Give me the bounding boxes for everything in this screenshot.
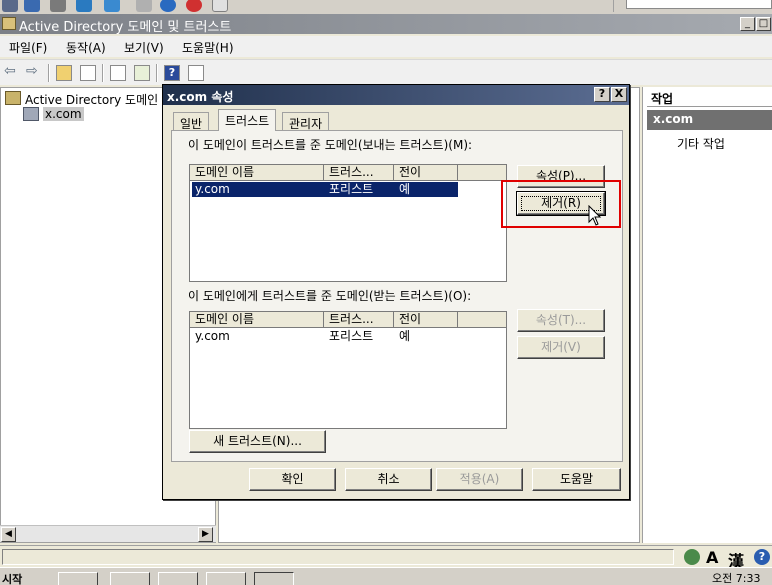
taskbar-app-explorer[interactable] xyxy=(110,572,150,585)
highlight-annotation xyxy=(501,180,621,228)
server-manager-icon[interactable] xyxy=(2,0,18,12)
properties-dialog: x.com 속성 ? X 일반 트러스트 관리자 이 도메인이 트러스트를 준 … xyxy=(162,84,630,500)
row-transitive: 예 xyxy=(399,182,411,196)
info-icon[interactable] xyxy=(160,0,176,12)
menu-view[interactable]: 보기(V) xyxy=(124,39,164,56)
column-transitive[interactable]: 전이 xyxy=(394,165,458,181)
tab-general[interactable]: 일반 xyxy=(173,112,210,131)
incoming-trusts-list[interactable]: 도메인 이름 트러스... 전이 y.com 포리스트 예 xyxy=(189,311,507,429)
table-row[interactable]: y.com 포리스트 예 xyxy=(192,329,458,344)
tab-trusts[interactable]: 트러스트 xyxy=(218,109,277,131)
taskbar-app-folder[interactable] xyxy=(158,572,198,585)
row-trust-type: 포리스트 xyxy=(329,329,374,343)
start-button[interactable]: 시작 xyxy=(0,571,22,585)
menu-help[interactable]: 도움말(H) xyxy=(182,39,234,56)
apply-button[interactable]: 적용(A) xyxy=(436,468,523,491)
toolbar-separator xyxy=(48,64,50,82)
tab-managed-by[interactable]: 관리자 xyxy=(282,112,330,131)
incoming-trusts-label: 이 도메인에게 트러스트를 준 도메인(받는 트러스트)(O): xyxy=(188,289,472,303)
app-icon xyxy=(2,17,16,30)
toolbar: ⇦ ⇨ ? xyxy=(0,59,772,85)
outgoing-trusts-label: 이 도메인이 트러스트를 준 도메인(보내는 트러스트)(M): xyxy=(188,138,473,152)
status-bar: A 漢 ? xyxy=(0,545,772,571)
column-domain-name[interactable]: 도메인 이름 xyxy=(190,312,324,328)
window-icon[interactable] xyxy=(136,0,152,12)
incoming-properties-button[interactable]: 속성(T)... xyxy=(517,309,605,332)
quick-launch-bar xyxy=(0,0,772,14)
row-transitive: 예 xyxy=(399,329,411,343)
main-window-titlebar[interactable]: Active Directory 도메인 및 트러스트 _ □ xyxy=(0,14,772,35)
actions-header: 작업 xyxy=(647,89,772,107)
quick-launch-separator xyxy=(613,0,614,12)
scroll-right-arrow-icon[interactable]: ▶ xyxy=(198,527,213,542)
mouse-cursor-icon xyxy=(588,205,602,226)
taskbar: 시작 오전 7:33 xyxy=(0,567,772,585)
column-filler xyxy=(458,165,506,181)
dialog-help-button[interactable]: ? xyxy=(594,87,610,102)
taskbar-app-server[interactable] xyxy=(58,572,98,585)
error-log-icon[interactable] xyxy=(212,0,228,12)
menu-bar: 파일(F) 동작(A) 보기(V) 도움말(H) xyxy=(0,36,772,57)
incoming-remove-button[interactable]: 제거(V) xyxy=(517,336,605,359)
cancel-button[interactable]: 취소 xyxy=(345,468,432,491)
row-domain: y.com xyxy=(195,329,230,343)
menu-action[interactable]: 동작(A) xyxy=(66,39,106,56)
domain-icon xyxy=(23,107,39,121)
windows-icon[interactable] xyxy=(104,0,120,12)
back-arrow-icon[interactable]: ⇦ xyxy=(4,63,20,79)
toolbar-separator xyxy=(102,64,104,82)
status-panel xyxy=(2,549,674,565)
column-trust-type[interactable]: 트러스... xyxy=(324,165,394,181)
stop-icon[interactable] xyxy=(186,0,202,12)
minimize-button[interactable]: _ xyxy=(740,17,755,31)
outgoing-trusts-list[interactable]: 도메인 이름 트러스... 전이 y.com 포리스트 예 xyxy=(189,164,507,282)
ime-language-icon[interactable] xyxy=(684,549,700,565)
dialog-title: x.com 속성 xyxy=(167,90,234,104)
gear-icon[interactable] xyxy=(50,0,66,12)
dialog-close-button[interactable]: X xyxy=(611,87,627,102)
row-trust-type: 포리스트 xyxy=(329,182,374,196)
show-tree-icon[interactable] xyxy=(80,65,96,81)
monitor-icon[interactable] xyxy=(24,0,40,12)
forward-arrow-icon[interactable]: ⇨ xyxy=(26,63,42,79)
window-title: Active Directory 도메인 및 트러스트 xyxy=(19,20,232,35)
taskbar-app-tools[interactable] xyxy=(206,572,246,585)
taskbar-app-ad-domains[interactable] xyxy=(254,572,294,585)
column-filler xyxy=(458,312,506,328)
scroll-left-arrow-icon[interactable]: ◀ xyxy=(1,527,16,542)
toolbar-separator xyxy=(156,64,158,82)
incoming-list-header: 도메인 이름 트러스... 전이 xyxy=(190,312,506,328)
column-domain-name[interactable]: 도메인 이름 xyxy=(190,165,324,181)
row-domain: y.com xyxy=(195,182,230,196)
help-icon[interactable]: ? xyxy=(164,65,180,81)
new-trust-button[interactable]: 새 트러스트(N)... xyxy=(189,430,326,453)
export-list-icon[interactable] xyxy=(134,65,150,81)
quick-search-input[interactable] xyxy=(626,0,772,9)
table-row[interactable]: y.com 포리스트 예 xyxy=(192,182,458,197)
actions-more-actions[interactable]: 기타 작업 xyxy=(677,135,725,152)
outgoing-list-header: 도메인 이름 트러스... 전이 xyxy=(190,165,506,181)
properties-icon[interactable] xyxy=(110,65,126,81)
actions-pane: 작업 x.com 기타 작업 xyxy=(642,87,772,543)
restore-button[interactable]: □ xyxy=(756,17,771,31)
actions-selected-item[interactable]: x.com xyxy=(647,110,772,130)
dialog-titlebar[interactable]: x.com 속성 ? X xyxy=(163,85,629,105)
up-folder-icon[interactable] xyxy=(56,65,72,81)
domains-trusts-icon xyxy=(5,91,21,105)
ime-help-icon[interactable]: ? xyxy=(754,549,770,565)
refresh-icon[interactable] xyxy=(76,0,92,12)
taskbar-clock: 오전 7:33 xyxy=(712,572,761,585)
menu-file[interactable]: 파일(F) xyxy=(9,39,47,56)
ime-mode-indicator[interactable]: A xyxy=(706,548,718,567)
help-button[interactable]: 도움말 xyxy=(532,468,621,491)
column-trust-type[interactable]: 트러스... xyxy=(324,312,394,328)
tree-horizontal-scrollbar[interactable]: ◀ ▶ xyxy=(0,525,216,542)
ok-button[interactable]: 확인 xyxy=(249,468,336,491)
tree-item-label: x.com xyxy=(43,107,84,121)
action-pane-icon[interactable] xyxy=(188,65,204,81)
column-transitive[interactable]: 전이 xyxy=(394,312,458,328)
